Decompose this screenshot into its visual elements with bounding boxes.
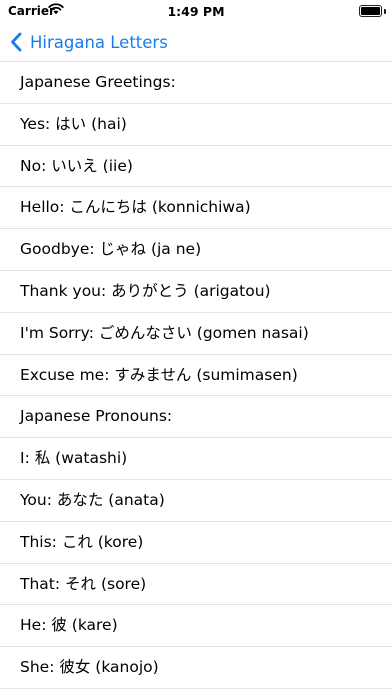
list-item[interactable]: Japanese Pronouns: [0, 396, 392, 439]
list-item[interactable]: That: それ (sore) [0, 564, 392, 606]
back-button[interactable]: Hiragana Letters [10, 28, 168, 56]
phrase-list: Japanese Greetings: Yes: はい (hai) No: いい… [0, 61, 392, 689]
list-item[interactable]: Goodbye: じゃね (ja ne) [0, 229, 392, 271]
list-item[interactable]: No: いいえ (iie) [0, 146, 392, 188]
battery-icon [359, 5, 382, 17]
list-item[interactable]: Yes: はい (hai) [0, 104, 392, 146]
list-item[interactable]: He: 彼 (kare) [0, 605, 392, 648]
list-item[interactable]: You: あなた (anata) [0, 480, 392, 522]
battery-tip [384, 9, 386, 14]
status-bar: Carrier 1:49 PM [0, 0, 392, 24]
list-item[interactable]: I'm Sorry: ごめんなさい (gomen nasai) [0, 313, 392, 355]
back-button-label: Hiragana Letters [30, 32, 168, 52]
status-time: 1:49 PM [167, 4, 225, 19]
chevron-left-icon [11, 32, 22, 52]
list-item[interactable]: She: 彼女 (kanojo) [0, 647, 392, 689]
list-item[interactable]: Japanese Greetings: [0, 62, 392, 104]
list-item[interactable]: I: 私 (watashi) [0, 438, 392, 480]
list-item[interactable]: Hello: こんにちは (konnichiwa) [0, 187, 392, 230]
list-item[interactable]: Excuse me: すみません (sumimasen) [0, 355, 392, 397]
list-item[interactable]: Thank you: ありがとう (arigatou) [0, 271, 392, 313]
navigation-bar: Hiragana Letters [0, 24, 392, 60]
list-item[interactable]: This: これ (kore) [0, 522, 392, 564]
